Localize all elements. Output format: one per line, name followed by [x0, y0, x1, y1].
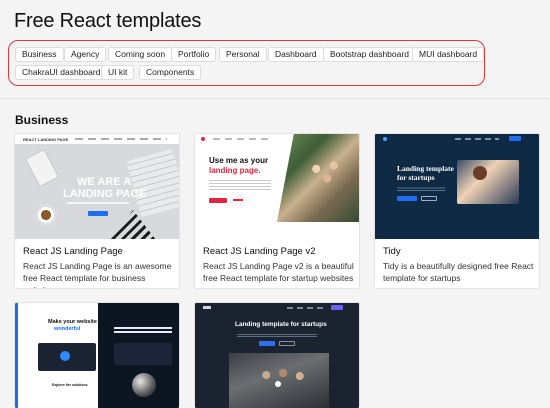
thumb-signup-button	[509, 136, 521, 141]
thumb-nav-links	[75, 138, 167, 140]
thumb-navbar: REACT LANDING PAGE	[15, 134, 179, 144]
thumb-right-heading	[114, 325, 172, 333]
thumb-hero-headline-1: Landing template	[397, 164, 454, 173]
thumb-dark-panel-dot	[60, 351, 70, 361]
filter-tag-agency[interactable]: Agency	[64, 47, 107, 62]
thumb-hero-headline-2: wonderful	[54, 326, 81, 332]
thumb-keyboard	[126, 148, 179, 218]
thumb-photo-person	[473, 166, 487, 180]
thumb-navbar	[195, 303, 359, 313]
thumb-nav-links	[213, 138, 273, 140]
thumb-secondary-button	[421, 196, 437, 201]
section-title: Business	[15, 113, 69, 127]
thumb-secondary-link	[233, 199, 243, 201]
thumb-brand: REACT LANDING PAGE	[23, 137, 69, 142]
page-title: Free React templates	[14, 10, 202, 32]
filter-tag-bootstrap-dashboard[interactable]: Bootstrap dashboard	[323, 47, 416, 62]
filter-tag-ui-kit[interactable]: UI kit	[101, 65, 135, 80]
thumb-hero-headline-1: Make your website	[48, 319, 97, 325]
card-thumbnail[interactable]: Make your website wonderful Explore the …	[15, 303, 179, 408]
filter-tag-portfolio[interactable]: Portfolio	[171, 47, 217, 62]
card-thumbnail[interactable]: REACT LANDING PAGE WE ARE A LANDING PAGE	[15, 134, 179, 239]
thumb-hero-headline-2: LANDING PAGE	[63, 188, 147, 200]
thumb-hero-headline-2: for startups	[397, 173, 435, 182]
thumb-hero-subtext	[67, 202, 129, 204]
thumb-cta-button	[88, 211, 108, 216]
thumb-photo-detail	[303, 156, 347, 188]
thumb-navbar	[375, 134, 539, 144]
card-title[interactable]: React JS Landing Page v2	[203, 246, 316, 257]
thumb-hero-subtext	[397, 186, 445, 191]
thumb-hero-headline-1: Landing template for startups	[235, 321, 327, 328]
card-thumbnail[interactable]: Landing template for startups	[375, 134, 539, 239]
filter-tag-chakraui-dashboard[interactable]: ChakraUI dashboard	[15, 65, 108, 80]
thumb-cta-button	[209, 198, 227, 203]
thumb-signup-button	[331, 305, 343, 310]
filter-tag-mui-dashboard[interactable]: MUI dashboard	[412, 47, 485, 62]
thumb-right-card	[114, 343, 172, 365]
thumb-logo	[203, 306, 211, 309]
thumb-logo-dot	[201, 137, 205, 141]
filter-tag-components[interactable]: Components	[139, 65, 202, 80]
thumb-phone	[24, 148, 60, 188]
card-description: React JS Landing Page v2 is a beautiful …	[203, 261, 354, 283]
filter-tag-coming-soon[interactable]: Coming soon	[108, 47, 173, 62]
thumb-hero-photo	[457, 160, 519, 204]
thumb-photo-people	[255, 365, 311, 385]
thumb-hero-headline-2: landing page.	[209, 166, 261, 175]
filter-tag-personal[interactable]: Personal	[219, 47, 267, 62]
filter-tag-dashboard[interactable]: Dashboard	[268, 47, 324, 62]
filter-tag-business[interactable]: Business	[15, 47, 64, 62]
thumb-subheading: Explore the solutions	[52, 383, 88, 387]
thumb-right-orb	[132, 373, 156, 397]
card-title[interactable]: React JS Landing Page	[23, 246, 123, 257]
template-card-5[interactable]: Landing template for startups	[194, 302, 360, 408]
thumb-hero-headline-1: WE ARE A	[77, 176, 132, 188]
thumb-play-icon	[275, 381, 281, 387]
card-description: React JS Landing Page is an awesome free…	[23, 261, 172, 288]
thumb-hero-subtext	[209, 180, 271, 190]
card-description: Tidy is a beautifully designed free Reac…	[383, 261, 534, 283]
thumb-cta-button	[397, 196, 417, 201]
template-card-4[interactable]: Make your website wonderful Explore the …	[14, 302, 180, 408]
template-card-tidy[interactable]: Landing template for startups Tidy Tidy …	[374, 133, 540, 289]
thumb-nav-links	[287, 307, 327, 309]
thumb-secondary-button	[279, 341, 295, 346]
card-title[interactable]: Tidy	[383, 246, 401, 257]
thumb-nav-links	[455, 138, 499, 140]
card-thumbnail[interactable]: Use me as your landing page.	[195, 134, 359, 239]
divider	[0, 98, 550, 99]
thumb-cta-button	[259, 341, 275, 346]
thumb-coffee-cup	[35, 204, 57, 226]
template-card-react-landing[interactable]: REACT LANDING PAGE WE ARE A LANDING PAGE…	[14, 133, 180, 289]
thumb-hero-headline-1: Use me as your	[209, 156, 269, 165]
thumb-hero-subtext	[237, 333, 317, 337]
card-thumbnail[interactable]: Landing template for startups	[195, 303, 359, 408]
thumb-logo-dot	[383, 137, 387, 141]
template-card-react-landing-v2[interactable]: Use me as your landing page. React JS La…	[194, 133, 360, 289]
